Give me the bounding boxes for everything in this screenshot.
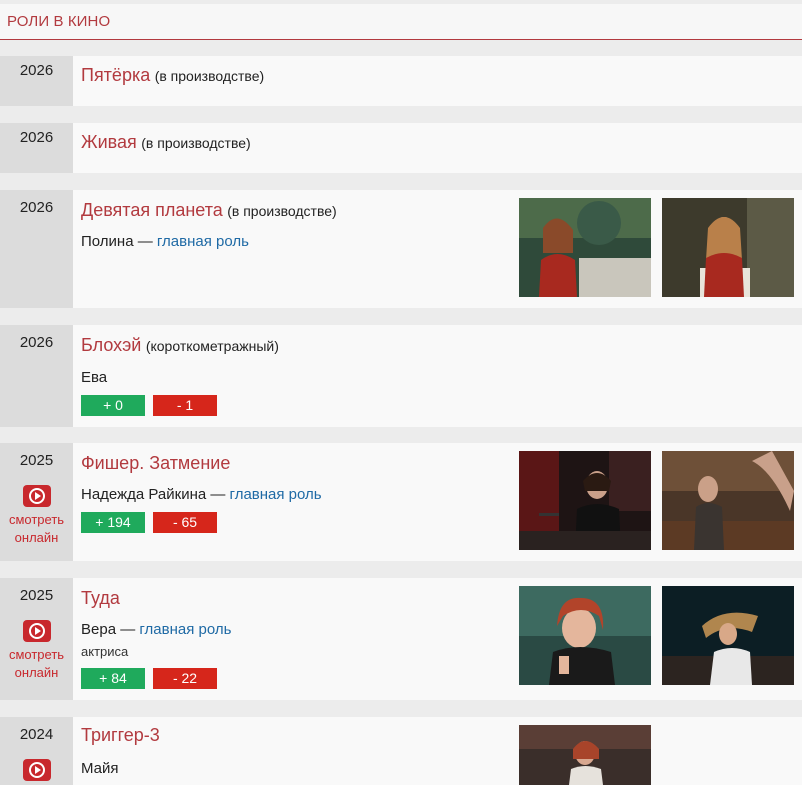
role-type-link[interactable]: главная роль xyxy=(230,486,322,503)
film-row: 2024 Триггер-3 Майя xyxy=(0,717,802,785)
film-row: 2025 смотреть онлайн Фишер. Затмение Наде… xyxy=(0,443,802,561)
film-title-link[interactable]: Блохэй xyxy=(81,335,141,355)
vote-plus-button[interactable]: + 194 xyxy=(81,512,145,533)
film-year: 2026 xyxy=(19,62,54,79)
film-still-image[interactable] xyxy=(519,586,651,685)
role-type-link[interactable]: главная роль xyxy=(157,233,249,250)
year-column: 2025 смотреть онлайн xyxy=(0,443,73,561)
film-year: 2025 xyxy=(19,452,54,469)
film-still-image[interactable] xyxy=(662,451,794,550)
film-year: 2026 xyxy=(19,334,54,351)
vote-minus-button[interactable]: - 65 xyxy=(153,512,217,533)
year-column: 2026 xyxy=(0,190,73,308)
film-role: Полина — главная роль xyxy=(81,233,249,250)
film-profession: актриса xyxy=(81,644,129,659)
film-still-image[interactable] xyxy=(662,586,794,685)
year-column: 2026 xyxy=(0,325,73,427)
role-name: Надежда Райкина xyxy=(81,486,207,503)
role-separator: — xyxy=(116,621,140,638)
film-note: (в производстве) xyxy=(154,68,265,84)
film-row: 2026 Девятая планета (в производстве) По… xyxy=(0,190,802,308)
watch-online-link[interactable]: смотреть онлайн xyxy=(0,620,73,682)
role-name: Вера xyxy=(81,621,117,638)
film-title-link[interactable]: Туда xyxy=(81,588,120,608)
film-year: 2025 xyxy=(19,587,54,604)
film-role: Вера — главная роль xyxy=(81,621,231,638)
film-role: Ева xyxy=(81,369,107,386)
vote-minus-button[interactable]: - 22 xyxy=(153,668,217,689)
role-separator: — xyxy=(133,233,157,250)
play-icon xyxy=(22,485,51,507)
film-role: Майя xyxy=(81,760,119,777)
vote-plus-button[interactable]: + 84 xyxy=(81,668,145,689)
film-still-image[interactable] xyxy=(519,725,651,785)
film-year: 2026 xyxy=(19,129,54,146)
film-row: 2026 Блохэй (короткометражный) Ева + 0 -… xyxy=(0,325,802,427)
film-row: 2026 Пятёрка (в производстве) xyxy=(0,56,802,106)
section-title: РОЛИ В КИНО xyxy=(7,13,111,30)
role-type-link[interactable]: главная роль xyxy=(139,621,231,638)
film-title-link[interactable]: Живая xyxy=(81,132,137,152)
role-separator: — xyxy=(206,486,230,503)
play-icon xyxy=(22,620,51,642)
film-title-link[interactable]: Триггер-3 xyxy=(81,725,160,745)
year-column: 2025 смотреть онлайн xyxy=(0,578,73,700)
film-title-link[interactable]: Пятёрка xyxy=(81,65,150,85)
film-title-link[interactable]: Девятая планета xyxy=(81,200,223,220)
play-icon xyxy=(22,759,51,781)
film-title-link[interactable]: Фишер. Затмение xyxy=(81,453,230,473)
film-role: Надежда Райкина — главная роль xyxy=(81,486,322,503)
year-column: 2026 xyxy=(0,123,73,173)
year-column: 2026 xyxy=(0,56,73,106)
year-column: 2024 xyxy=(0,717,73,785)
role-name: Полина xyxy=(81,233,134,250)
film-row: 2025 смотреть онлайн Туда Вера — главная … xyxy=(0,578,802,700)
film-row: 2026 Живая (в производстве) xyxy=(0,123,802,173)
film-note: (в производстве) xyxy=(141,135,251,151)
vote-plus-button[interactable]: + 0 xyxy=(81,395,145,416)
role-name: Ева xyxy=(81,369,108,386)
film-still-image[interactable] xyxy=(662,198,794,297)
watch-online-link[interactable] xyxy=(0,759,73,781)
section-header: РОЛИ В КИНО xyxy=(0,4,802,40)
watch-online-link[interactable]: смотреть онлайн xyxy=(0,485,73,547)
role-name: Майя xyxy=(81,760,119,777)
film-note: (в производстве) xyxy=(227,203,337,219)
film-note: (короткометражный) xyxy=(145,338,279,354)
vote-minus-button[interactable]: - 1 xyxy=(153,395,217,416)
film-year: 2024 xyxy=(19,726,54,743)
film-still-image[interactable] xyxy=(519,451,651,550)
film-year: 2026 xyxy=(19,199,54,216)
film-still-image[interactable] xyxy=(519,198,651,297)
